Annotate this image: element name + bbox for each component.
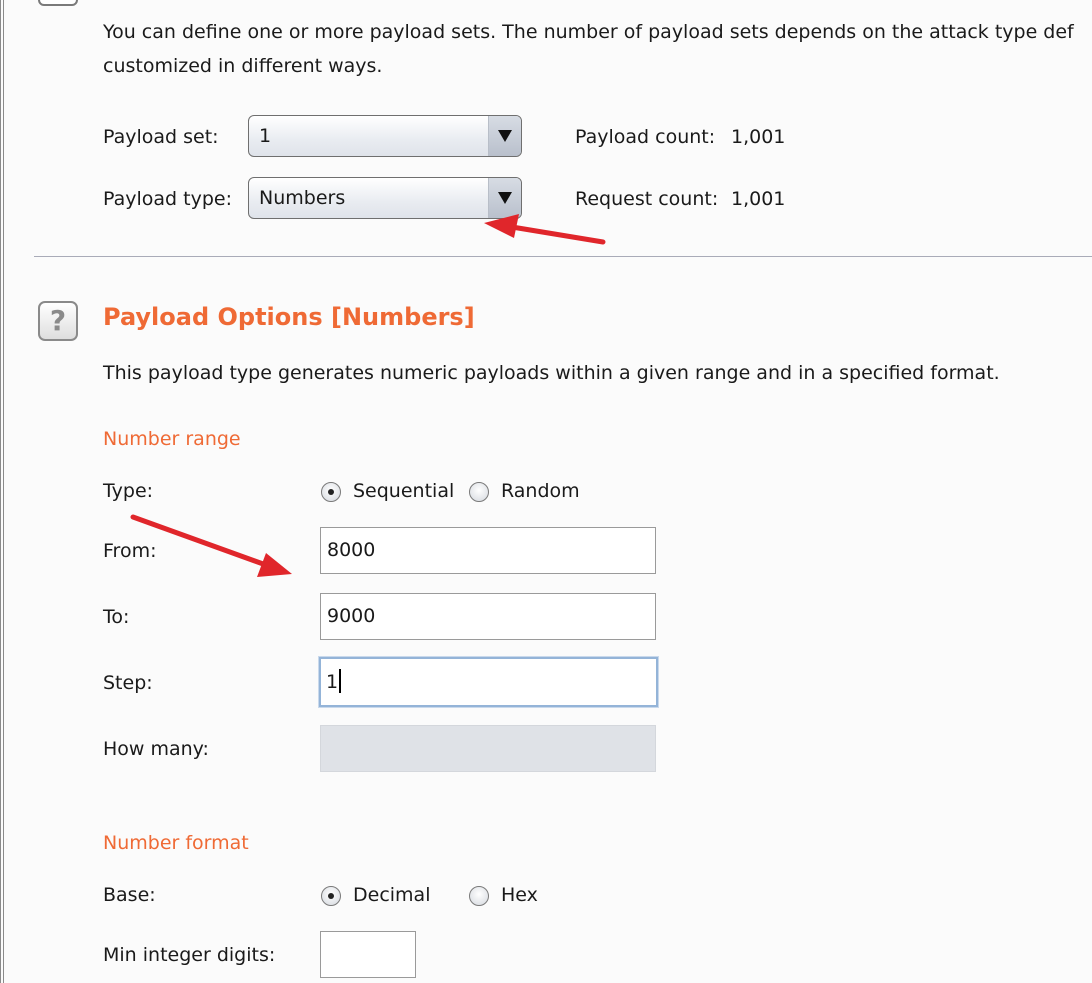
annotation-arrow-payload-type (484, 214, 606, 245)
annotation-arrow-from-field (130, 514, 292, 577)
annotation-arrows (130, 214, 606, 577)
